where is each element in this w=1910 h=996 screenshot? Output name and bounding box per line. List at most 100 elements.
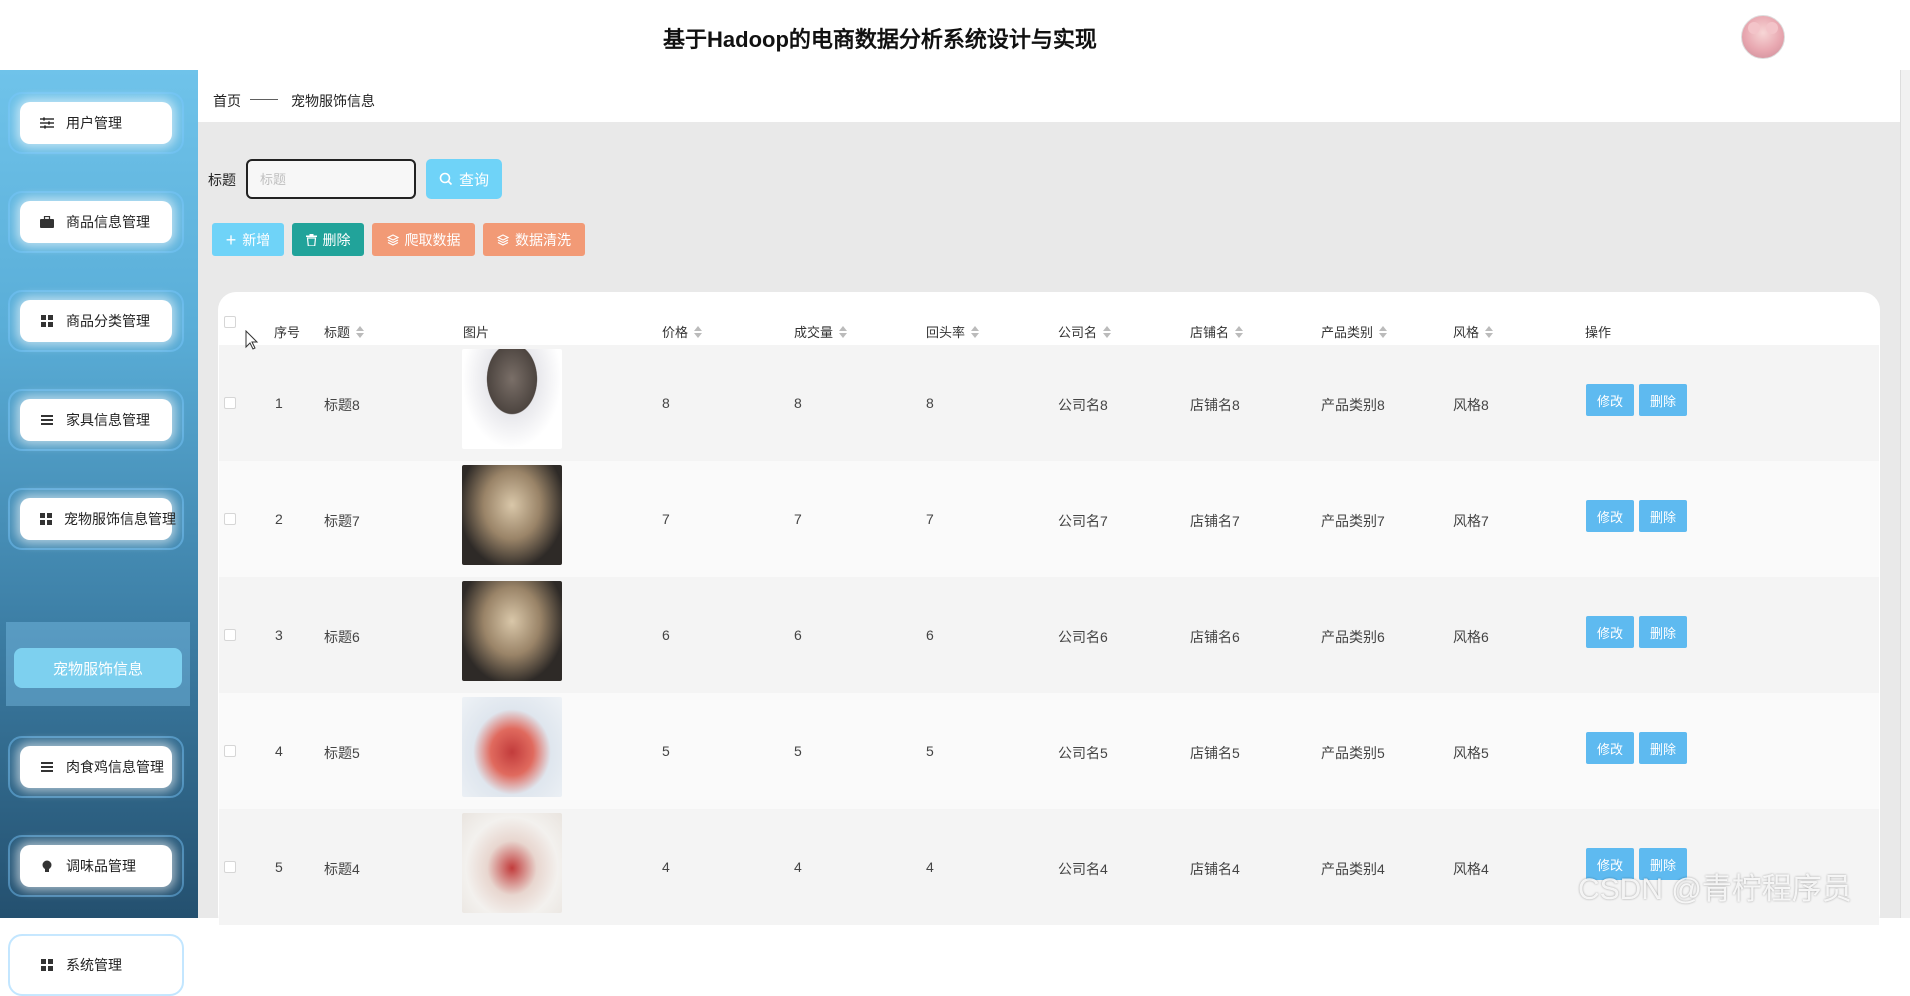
- list-icon: [40, 760, 54, 774]
- cell-price: 4: [662, 859, 670, 875]
- sidebar-item-furniture[interactable]: 家具信息管理: [8, 389, 184, 451]
- vertical-scrollbar[interactable]: [1900, 70, 1910, 918]
- add-button-label: 新增: [242, 231, 271, 248]
- search-label: 标题: [208, 172, 236, 188]
- delete-button[interactable]: 删除: [1639, 500, 1687, 532]
- grid-icon: [40, 958, 54, 972]
- add-button[interactable]: + 新增: [212, 223, 284, 256]
- sidebar-item-label: 调味品管理: [66, 858, 136, 874]
- product-thumbnail[interactable]: [462, 465, 562, 565]
- cell-volume: 7: [794, 511, 802, 527]
- sort-icon: [1103, 325, 1112, 338]
- sidebar-item-product-info[interactable]: 商品信息管理: [8, 191, 184, 253]
- cell-volume: 6: [794, 627, 802, 643]
- product-thumbnail[interactable]: [462, 813, 562, 913]
- sidebar-item-label: 宠物服饰信息管理: [64, 511, 176, 527]
- sort-icon: [1379, 325, 1388, 338]
- row-checkbox[interactable]: [224, 861, 236, 873]
- cell-style: 风格4: [1453, 861, 1489, 877]
- column-header-shop[interactable]: 店铺名: [1190, 322, 1244, 341]
- column-header-volume[interactable]: 成交量: [794, 322, 848, 341]
- grid-icon: [40, 314, 54, 328]
- sidebar-item-label: 系统管理: [66, 957, 122, 973]
- cell-title: 标题8: [324, 397, 360, 413]
- column-header-style[interactable]: 风格: [1453, 322, 1494, 341]
- cell-shop: 店铺名5: [1190, 745, 1240, 761]
- edit-button[interactable]: 修改: [1586, 384, 1634, 416]
- cell-title: 标题4: [324, 861, 360, 877]
- sliders-icon: [40, 116, 54, 130]
- sort-icon: [1235, 325, 1244, 338]
- column-header-company[interactable]: 公司名: [1058, 322, 1112, 341]
- cell-volume: 4: [794, 859, 802, 875]
- row-checkbox[interactable]: [224, 513, 236, 525]
- cell-company: 公司名6: [1058, 629, 1108, 645]
- column-header-repeat-rate[interactable]: 回头率: [926, 322, 980, 341]
- sidebar-item-pet-clothing[interactable]: 宠物服饰信息管理: [8, 488, 184, 550]
- list-icon: [40, 413, 54, 427]
- cell-company: 公司名5: [1058, 745, 1108, 761]
- sort-icon: [839, 325, 848, 338]
- edit-button[interactable]: 修改: [1586, 616, 1634, 648]
- column-header-actions: 操作: [1585, 325, 1612, 340]
- column-header-price[interactable]: 价格: [662, 322, 703, 341]
- cell-shop: 店铺名4: [1190, 861, 1240, 877]
- cell-style: 风格6: [1453, 629, 1489, 645]
- cell-no: 4: [275, 743, 283, 759]
- delete-button[interactable]: 删除: [1639, 616, 1687, 648]
- sidebar-item-condiment[interactable]: 调味品管理: [8, 835, 184, 897]
- cell-title: 标题6: [324, 629, 360, 645]
- cell-shop: 店铺名8: [1190, 397, 1240, 413]
- search-input[interactable]: [246, 159, 416, 199]
- edit-button[interactable]: 修改: [1586, 732, 1634, 764]
- delete-button[interactable]: 删除: [1639, 732, 1687, 764]
- cell-repeat-rate: 4: [926, 859, 934, 875]
- cell-style: 风格7: [1453, 513, 1489, 529]
- cell-repeat-rate: 8: [926, 395, 934, 411]
- row-checkbox[interactable]: [224, 629, 236, 641]
- sidebar-item-label: 商品分类管理: [66, 313, 150, 329]
- sort-icon: [1485, 325, 1494, 338]
- avatar[interactable]: [1741, 15, 1785, 59]
- cell-price: 6: [662, 627, 670, 643]
- column-header-image: 图片: [463, 325, 490, 340]
- sidebar: 用户管理 商品信息管理 商品分类管理 家具信息管理 宠物服饰信息管理 宠物服饰信…: [0, 70, 198, 996]
- delete-button[interactable]: 删除: [1639, 384, 1687, 416]
- batch-delete-button[interactable]: 删除: [292, 223, 364, 256]
- column-header-category[interactable]: 产品类别: [1321, 322, 1388, 341]
- edit-button[interactable]: 修改: [1586, 500, 1634, 532]
- sidebar-item-broiler[interactable]: 肉食鸡信息管理: [8, 736, 184, 798]
- cell-title: 标题7: [324, 513, 360, 529]
- cell-style: 风格5: [1453, 745, 1489, 761]
- breadcrumb-home[interactable]: 首页: [213, 91, 241, 111]
- bulb-icon: [40, 859, 54, 873]
- sidebar-item-system[interactable]: 系统管理: [8, 934, 184, 996]
- product-thumbnail[interactable]: [462, 581, 562, 681]
- select-all-checkbox[interactable]: [224, 316, 236, 328]
- sidebar-subitem-pet-clothing-info[interactable]: 宠物服饰信息: [14, 648, 182, 688]
- crawl-data-button[interactable]: 爬取数据: [372, 223, 475, 256]
- search-icon: [439, 172, 453, 186]
- sidebar-item-product-category[interactable]: 商品分类管理: [8, 290, 184, 352]
- product-thumbnail[interactable]: [462, 697, 562, 797]
- sidebar-item-user-management[interactable]: 用户管理: [8, 92, 184, 154]
- plus-icon: +: [225, 229, 237, 250]
- product-thumbnail[interactable]: [462, 349, 562, 449]
- trash-icon: [305, 233, 317, 246]
- briefcase-icon: [40, 215, 54, 229]
- avatar-ear-icon: [1748, 22, 1760, 34]
- cell-price: 8: [662, 395, 670, 411]
- cell-price: 7: [662, 511, 670, 527]
- column-header-title[interactable]: 标题: [324, 322, 365, 341]
- watermark: CSDN @青柠程序员: [1578, 873, 1852, 906]
- cell-category: 产品类别7: [1321, 513, 1385, 529]
- query-button[interactable]: 查询: [426, 159, 502, 199]
- data-clean-button[interactable]: 数据清洗: [483, 223, 585, 256]
- row-checkbox[interactable]: [224, 745, 236, 757]
- grid-icon: [40, 512, 52, 526]
- row-checkbox[interactable]: [224, 397, 236, 409]
- cell-volume: 5: [794, 743, 802, 759]
- cell-title: 标题5: [324, 745, 360, 761]
- cell-category: 产品类别5: [1321, 745, 1385, 761]
- cell-repeat-rate: 7: [926, 511, 934, 527]
